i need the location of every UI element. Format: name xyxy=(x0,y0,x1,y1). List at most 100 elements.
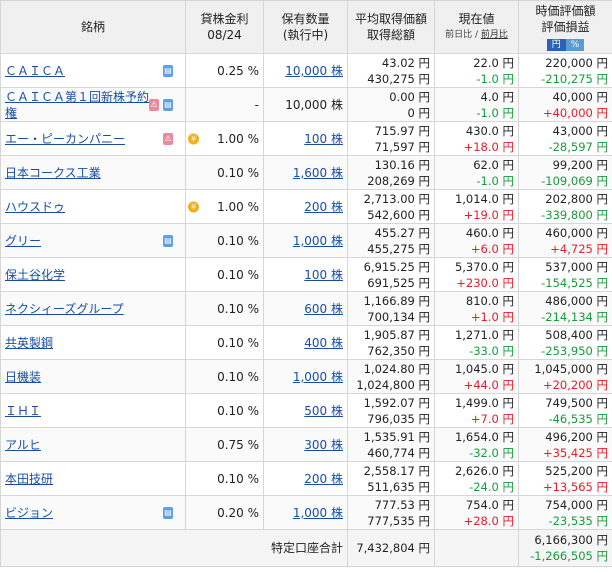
price-change: +44.0 円 xyxy=(463,377,514,392)
table-row: ネクシィーズグループ 0.10 % 600 株 1,166.89 円 700,134 円… xyxy=(0,291,612,326)
stock-name-cell: ビジョン ▤ xyxy=(0,495,186,530)
quantity-link[interactable]: 1,000 株 xyxy=(293,234,343,248)
valuation-cell: 202,800 円 -339,800 円 xyxy=(518,189,612,224)
chart-icon[interactable]: ▤ xyxy=(163,64,173,77)
pnl-value: -253,950 円 xyxy=(541,343,608,358)
stock-name-cell: 保土谷化学 xyxy=(0,257,186,292)
pnl-value: +40,000 円 xyxy=(542,105,608,120)
stock-name-link[interactable]: グリー xyxy=(5,234,41,248)
quantity-cell: 500 株 xyxy=(263,393,348,428)
stock-name-link[interactable]: ＩＨＩ xyxy=(5,404,41,418)
quantity-cell: 10,000 株 xyxy=(263,53,348,88)
valuation-cell: 1,045,000 円 +20,200 円 xyxy=(518,359,612,394)
stock-name-link[interactable]: 保土谷化学 xyxy=(5,268,65,282)
pnl-value: +4,725 円 xyxy=(550,241,608,256)
price-change: -1.0 円 xyxy=(476,71,514,86)
stock-name-link[interactable]: エー・ピーカンパニー xyxy=(5,132,125,146)
pnl-value: +35,425 円 xyxy=(542,445,608,460)
stock-name-link[interactable]: 本田技研 xyxy=(5,472,53,486)
price-cell: 1,014.0 円 +19.0 円 xyxy=(434,189,519,224)
chart-icon[interactable]: ▤ xyxy=(163,234,173,247)
warning-icon: ⚠ xyxy=(163,132,173,145)
price-cell: 754.0 円 +28.0 円 xyxy=(434,495,519,530)
price-change: -1.0 円 xyxy=(476,173,514,188)
stock-name-link[interactable]: 日本コークス工業 xyxy=(5,166,101,180)
quantity-link[interactable]: 300 株 xyxy=(304,438,343,452)
chart-icon[interactable]: ▤ xyxy=(163,506,173,519)
stock-name-link[interactable]: ハウスドゥ xyxy=(5,200,65,214)
quantity-cell: 1,000 株 xyxy=(263,359,348,394)
lending-rate-cell: 0.10 % xyxy=(185,257,264,292)
price-cell: 4.0 円 -1.0 円 xyxy=(434,87,519,122)
pnl-value: -210,275 円 xyxy=(541,71,608,86)
quantity-link[interactable]: 500 株 xyxy=(304,404,343,418)
pnl-value: -46,535 円 xyxy=(548,411,608,426)
stock-name-cell: 日本コークス工業 xyxy=(0,155,186,190)
table-row: 共英製鋼 0.10 % 400 株 1,905.87 円 762,350 円 1,271.… xyxy=(0,325,612,360)
price-cell: 1,654.0 円 -32.0 円 xyxy=(434,427,519,462)
stock-name-link[interactable]: ネクシィーズグループ xyxy=(5,302,124,316)
quantity-link[interactable]: 1,000 株 xyxy=(293,370,343,384)
col-header-quantity: 保有数量 (執行中) xyxy=(263,0,348,54)
stock-name-link[interactable]: ＣＡＩＣＡ xyxy=(5,64,65,78)
holdings-table: 銘柄 貸株金利 08/24 保有数量 (執行中) 平均取得価額 取得総額 現在値 前日… xyxy=(0,0,612,567)
quantity-cell: 1,000 株 xyxy=(263,495,348,530)
quantity-link[interactable]: 1,000 株 xyxy=(293,506,343,520)
table-row: ＣＡＩＣＡ第１回新株予約権 ▤ ⚠ - 10,000 株 0.00 円0 円 4.0 円 -1… xyxy=(0,87,612,122)
unit-toggle[interactable]: 円% xyxy=(546,39,585,51)
quantity-link[interactable]: 600 株 xyxy=(304,302,343,316)
price-change: +19.0 円 xyxy=(463,207,514,222)
lending-rate-cell: ¥1.00 % xyxy=(185,121,264,156)
quantity-link[interactable]: 1,600 株 xyxy=(293,166,343,180)
lending-rate-cell: 0.10 % xyxy=(185,393,264,428)
cost-cell: 43.02 円 430,275 円 xyxy=(347,53,435,88)
unit-percent-button[interactable]: % xyxy=(565,39,585,51)
day-change-toggle[interactable]: 前日比 xyxy=(445,30,472,40)
cost-cell: 1,905.87 円 762,350 円 xyxy=(347,325,435,360)
quantity-link[interactable]: 200 株 xyxy=(304,200,343,214)
price-cell: 22.0 円 -1.0 円 xyxy=(434,53,519,88)
cost-cell: 2,713.00 円 542,600 円 xyxy=(347,189,435,224)
lending-rate-cell: 0.10 % xyxy=(185,155,264,190)
price-change: +1.0 円 xyxy=(470,309,514,324)
stock-name-link[interactable]: ＣＡＩＣＡ第１回新株予約権 xyxy=(5,90,149,120)
valuation-cell: 460,000 円 +4,725 円 xyxy=(518,223,612,258)
stock-name-cell: ＣＡＩＣＡ第１回新株予約権 ▤ ⚠ xyxy=(0,87,186,122)
price-change: +28.0 円 xyxy=(463,513,514,528)
stock-name-link[interactable]: 日機装 xyxy=(5,370,41,384)
unit-yen-button[interactable]: 円 xyxy=(546,39,566,51)
lending-rate-cell: 0.10 % xyxy=(185,325,264,360)
quantity-link[interactable]: 200 株 xyxy=(304,472,343,486)
valuation-cell: 40,000 円 +40,000 円 xyxy=(518,87,612,122)
cost-cell: 1,166.89 円 700,134 円 xyxy=(347,291,435,326)
price-cell: 430.0 円 +18.0 円 xyxy=(434,121,519,156)
valuation-cell: 508,400 円 -253,950 円 xyxy=(518,325,612,360)
price-change: +18.0 円 xyxy=(463,139,514,154)
chart-icon[interactable]: ▤ xyxy=(163,98,173,111)
quantity-link[interactable]: 400 株 xyxy=(304,336,343,350)
table-row: 本田技研 0.10 % 200 株 2,558.17 円 511,635 円 2,626.… xyxy=(0,461,612,496)
valuation-cell: 525,200 円 +13,565 円 xyxy=(518,461,612,496)
total-label: 特定口座合計 xyxy=(0,529,348,567)
quantity-cell: 200 株 xyxy=(263,461,348,496)
table-row: ＣＡＩＣＡ ▤ 0.25 % 10,000 株 43.02 円 430,275 円 22.0… xyxy=(0,53,612,88)
quantity-link[interactable]: 100 株 xyxy=(304,268,343,282)
cost-cell: 1,535.91 円 460,774 円 xyxy=(347,427,435,462)
cost-cell: 455.27 円 455,275 円 xyxy=(347,223,435,258)
lending-rate-cell: 0.10 % xyxy=(185,291,264,326)
stock-name-link[interactable]: 共英製鋼 xyxy=(5,336,53,350)
col-header-cost: 平均取得価額 取得総額 xyxy=(347,0,435,54)
quantity-value: 10,000 株 xyxy=(285,97,343,112)
price-cell: 62.0 円 -1.0 円 xyxy=(434,155,519,190)
quantity-cell: 1,000 株 xyxy=(263,223,348,258)
total-row: 特定口座合計 7,432,804 円 6,166,300 円 -1,266,50… xyxy=(0,529,612,567)
lending-rate-cell: - xyxy=(185,87,264,122)
stock-name-link[interactable]: ビジョン xyxy=(5,506,53,520)
quantity-link[interactable]: 10,000 株 xyxy=(285,64,343,78)
total-valuation: 6,166,300 円 -1,266,505 円 xyxy=(518,529,612,567)
quantity-link[interactable]: 100 株 xyxy=(304,132,343,146)
month-change-toggle[interactable]: 前月比 xyxy=(481,30,508,40)
price-change: +7.0 円 xyxy=(470,411,514,426)
stock-name-link[interactable]: アルヒ xyxy=(5,438,41,452)
quantity-cell: 400 株 xyxy=(263,325,348,360)
